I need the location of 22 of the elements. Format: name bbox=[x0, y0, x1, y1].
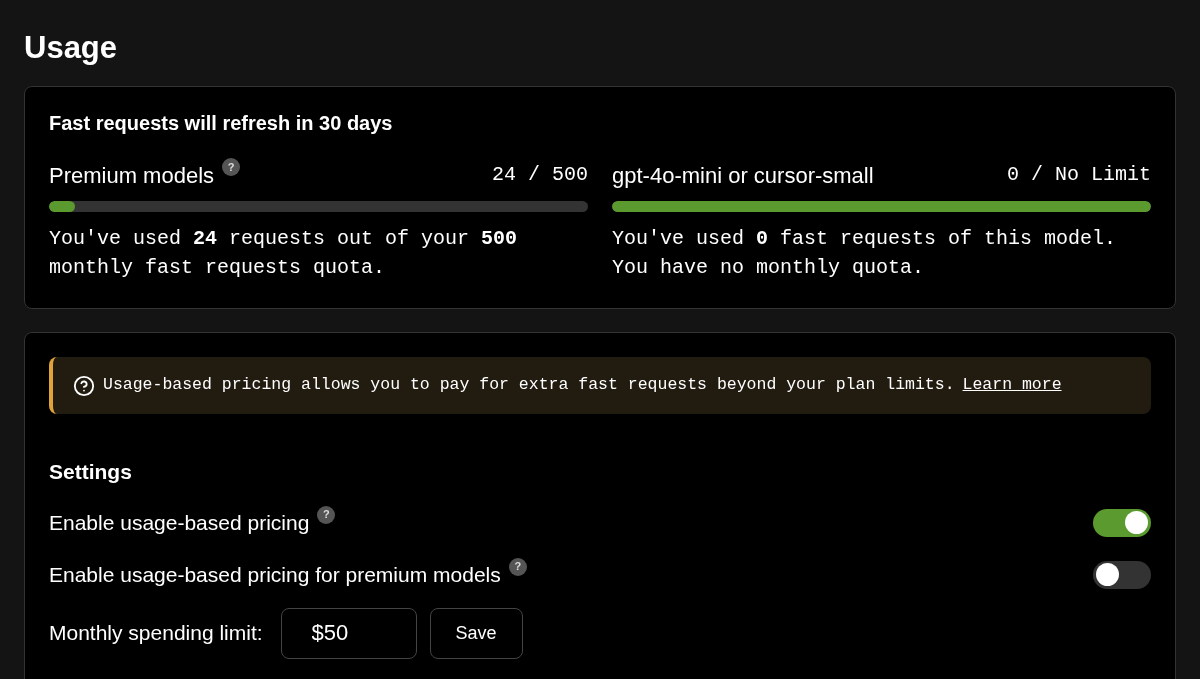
meter-description: You've used 24 requests out of your 500 monthly fast requests quota. bbox=[49, 226, 519, 281]
help-icon[interactable]: ? bbox=[508, 557, 527, 576]
meter-description: You've used 0 fast requests of this model. You have no monthly quota. bbox=[612, 226, 1118, 281]
card-heading: Fast requests will refresh in 30 days bbox=[49, 113, 394, 133]
learn-more-link[interactable]: Learn more bbox=[962, 373, 1062, 398]
save-button[interactable]: Save bbox=[429, 607, 523, 659]
setting-label: Enable usage-based pricing for premium models bbox=[49, 561, 501, 588]
meter-label: Premium models bbox=[49, 161, 215, 190]
toggle-switch[interactable] bbox=[1093, 508, 1151, 537]
help-icon[interactable]: ? bbox=[317, 505, 336, 524]
setting-label: Enable usage-based pricing bbox=[49, 509, 310, 536]
limit-input[interactable]: $50 bbox=[280, 607, 417, 659]
settings-heading: Settings bbox=[49, 459, 133, 485]
notice-text: Usage-based pricing allows you to pay for extra fast requests beyond your plan limits. bbox=[103, 374, 955, 397]
page-title: Usage bbox=[24, 32, 119, 63]
limit-label: Monthly spending limit: bbox=[49, 620, 263, 647]
meter-label: gpt-4o-mini or cursor-small bbox=[612, 161, 874, 190]
meter-reading: 24 / 500 bbox=[492, 162, 588, 188]
meter-reading: 0 / No Limit bbox=[1006, 162, 1151, 188]
help-icon[interactable]: ? bbox=[222, 158, 241, 176]
toggle-switch[interactable] bbox=[1093, 560, 1151, 589]
help-circle-icon bbox=[73, 374, 95, 397]
